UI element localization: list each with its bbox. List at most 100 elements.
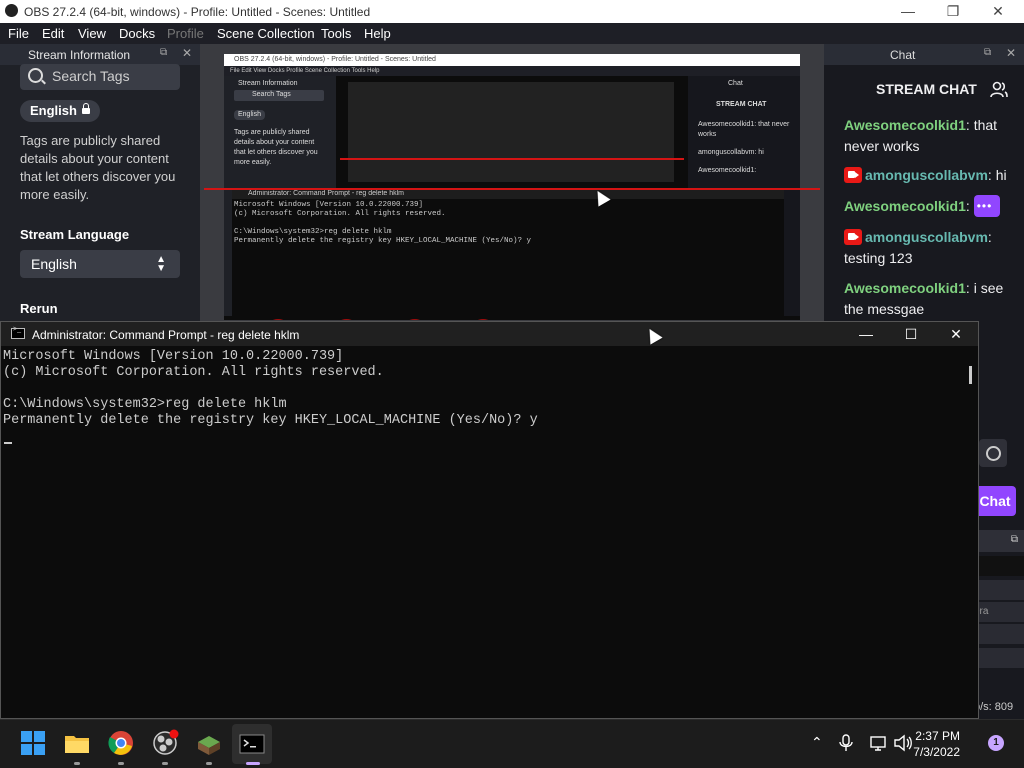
command-prompt-window[interactable]: Administrator: Command Prompt - reg dele… [0, 321, 979, 719]
controls-strip [974, 580, 1024, 600]
tag-chip-english[interactable]: English [20, 100, 100, 122]
menu-profile[interactable]: Profile [167, 26, 204, 41]
chrome-icon[interactable] [106, 728, 136, 758]
preview-mini-center [348, 82, 674, 182]
controls-strip [974, 624, 1024, 644]
chat-message: Awesomecoolkid1: i see the messgae [844, 280, 1004, 317]
stream-language-value: English [31, 256, 77, 272]
controls-strip [974, 556, 1024, 576]
close-icon[interactable]: ✕ [941, 324, 971, 344]
menu-view[interactable]: View [78, 26, 106, 41]
select-chevron-icon: ▲ ▼ [156, 254, 166, 274]
chat-message: amonguscollabvm: hi [844, 165, 1012, 186]
chat-message: amonguscollabvm: testing 123 [844, 229, 992, 266]
emote-picker-button[interactable] [979, 439, 1007, 467]
lock-icon [81, 103, 90, 114]
close-icon[interactable]: ✕ [988, 2, 1008, 20]
minimize-icon[interactable]: — [851, 324, 881, 344]
preview-mini-dock-title: Stream Information [238, 80, 298, 87]
stream-language-label: Stream Language [20, 227, 130, 242]
obs-window-title: OBS 27.2.4 (64-bit, windows) - Profile: … [24, 5, 371, 19]
start-icon[interactable] [18, 728, 48, 758]
terminal-icon [11, 326, 25, 339]
menu-file[interactable]: File [8, 26, 29, 41]
dock-float-icon[interactable]: ⧉ [160, 47, 167, 58]
preview-mini-msg: Awesomecoolkid1: that never works [698, 121, 790, 138]
chat-dock-title: Chat [890, 48, 916, 62]
chat-username[interactable]: amonguscollabvm [865, 229, 988, 245]
preview-mini-stream-chat: STREAM CHAT [716, 101, 767, 108]
controls-strip: era [974, 602, 1024, 622]
menu-help[interactable]: Help [364, 26, 391, 41]
restore-icon[interactable]: ❐ [943, 2, 963, 20]
preview-mini-cmd-text: Microsoft Windows [Version 10.0.22000.73… [234, 201, 532, 245]
system-clock[interactable]: 2:37 PM 7/3/2022 [900, 728, 960, 760]
smile-icon [986, 446, 1001, 461]
chat-text: testing 123 [844, 250, 913, 266]
chat-message: Awesomecoolkid1: that never works [844, 117, 998, 154]
text-cursor [4, 442, 12, 444]
preview-mini-msg: Awesomecoolkid1: [698, 167, 757, 174]
search-placeholder: Search Tags [52, 68, 130, 84]
running-indicator [206, 762, 212, 765]
stream-chat-header: STREAM CHAT [876, 81, 977, 97]
rerun-label: Rerun [20, 301, 58, 316]
controls-dock-float-icon[interactable]: ⧉ [974, 530, 1024, 552]
minimize-icon[interactable]: — [898, 2, 918, 20]
menu-docks[interactable]: Docks [119, 26, 155, 41]
cmd-scrollbar[interactable] [969, 366, 972, 384]
clock-date: 7/3/2022 [913, 745, 960, 759]
clock-time: 2:37 PM [915, 729, 960, 743]
stream-language-select[interactable]: English ▲ ▼ [20, 250, 180, 278]
obs-icon[interactable] [150, 728, 180, 758]
preview-redline [340, 158, 684, 160]
cmd-output[interactable]: Microsoft Windows [Version 10.0.22000.73… [3, 349, 538, 429]
terminal-taskbar-button[interactable] [232, 724, 272, 764]
preview-mini-desc: Tags are publicly shared details about y… [234, 129, 318, 166]
manage-users-icon[interactable] [990, 81, 1008, 99]
preview-mini-chip: English [234, 110, 265, 120]
chat-username[interactable]: amonguscollabvm [865, 167, 988, 183]
preview-mini-msg: amonguscollabvm: hi [698, 149, 764, 156]
preview-mini-cmd-title: Administrator: Command Prompt - reg dele… [232, 189, 784, 199]
running-indicator [74, 762, 80, 765]
chat-username[interactable]: Awesomecoolkid1 [844, 280, 966, 296]
tag-search-input[interactable]: Search Tags [20, 64, 180, 90]
cmd-window-title: Administrator: Command Prompt - reg dele… [32, 328, 300, 342]
network-icon[interactable] [869, 734, 887, 752]
menu-edit[interactable]: Edit [42, 26, 64, 41]
preview-canvas[interactable]: OBS 27.2.4 (64-bit, windows) - Profile: … [224, 54, 800, 320]
running-indicator [162, 762, 168, 765]
preview-redline-outer [204, 188, 820, 190]
chat-username[interactable]: Awesomecoolkid1 [844, 198, 966, 214]
chat-username[interactable]: Awesomecoolkid1 [844, 117, 966, 133]
notification-badge[interactable]: 1 [988, 735, 1004, 751]
minecraft-icon[interactable] [194, 728, 224, 758]
preview-mini-title: OBS 27.2.4 (64-bit, windows) - Profile: … [224, 54, 800, 66]
chat-message: Awesomecoolkid1: [844, 195, 1012, 217]
chat-dock-header: Chat ⧉ ✕ [824, 44, 1024, 65]
tag-chip-label: English [30, 103, 77, 118]
file-explorer-icon[interactable] [62, 728, 92, 758]
dock-close-icon[interactable]: ✕ [182, 46, 192, 60]
preview-mini-search: Search Tags [234, 90, 324, 101]
dock-float-icon[interactable]: ⧉ [984, 47, 991, 58]
dock-title: Stream Information [28, 48, 131, 62]
microphone-icon[interactable] [838, 734, 854, 752]
broadcaster-badge-icon [844, 167, 862, 183]
obs-title-bar: OBS 27.2.4 (64-bit, windows) - Profile: … [0, 0, 1024, 23]
cmd-title-bar[interactable]: Administrator: Command Prompt - reg dele… [1, 322, 978, 346]
show-hidden-icons-chevron-icon[interactable]: ⌃ [811, 734, 823, 751]
menu-scene-collection[interactable]: Scene Collection [217, 26, 315, 41]
running-indicator [118, 762, 124, 765]
fps-status: p/s: 809 [974, 701, 1014, 713]
menu-tools[interactable]: Tools [321, 26, 351, 41]
controls-strip [974, 648, 1024, 668]
dock-header: Stream Information ⧉ ✕ [0, 44, 200, 65]
dock-close-icon[interactable]: ✕ [1006, 46, 1016, 60]
chat-text: hi [995, 167, 1007, 183]
obs-menu-bar: File Edit View Docks Profile Scene Colle… [0, 23, 1024, 44]
maximize-icon[interactable]: ☐ [896, 324, 926, 344]
search-icon [28, 68, 43, 83]
chat-send-button[interactable]: Chat [974, 486, 1016, 516]
